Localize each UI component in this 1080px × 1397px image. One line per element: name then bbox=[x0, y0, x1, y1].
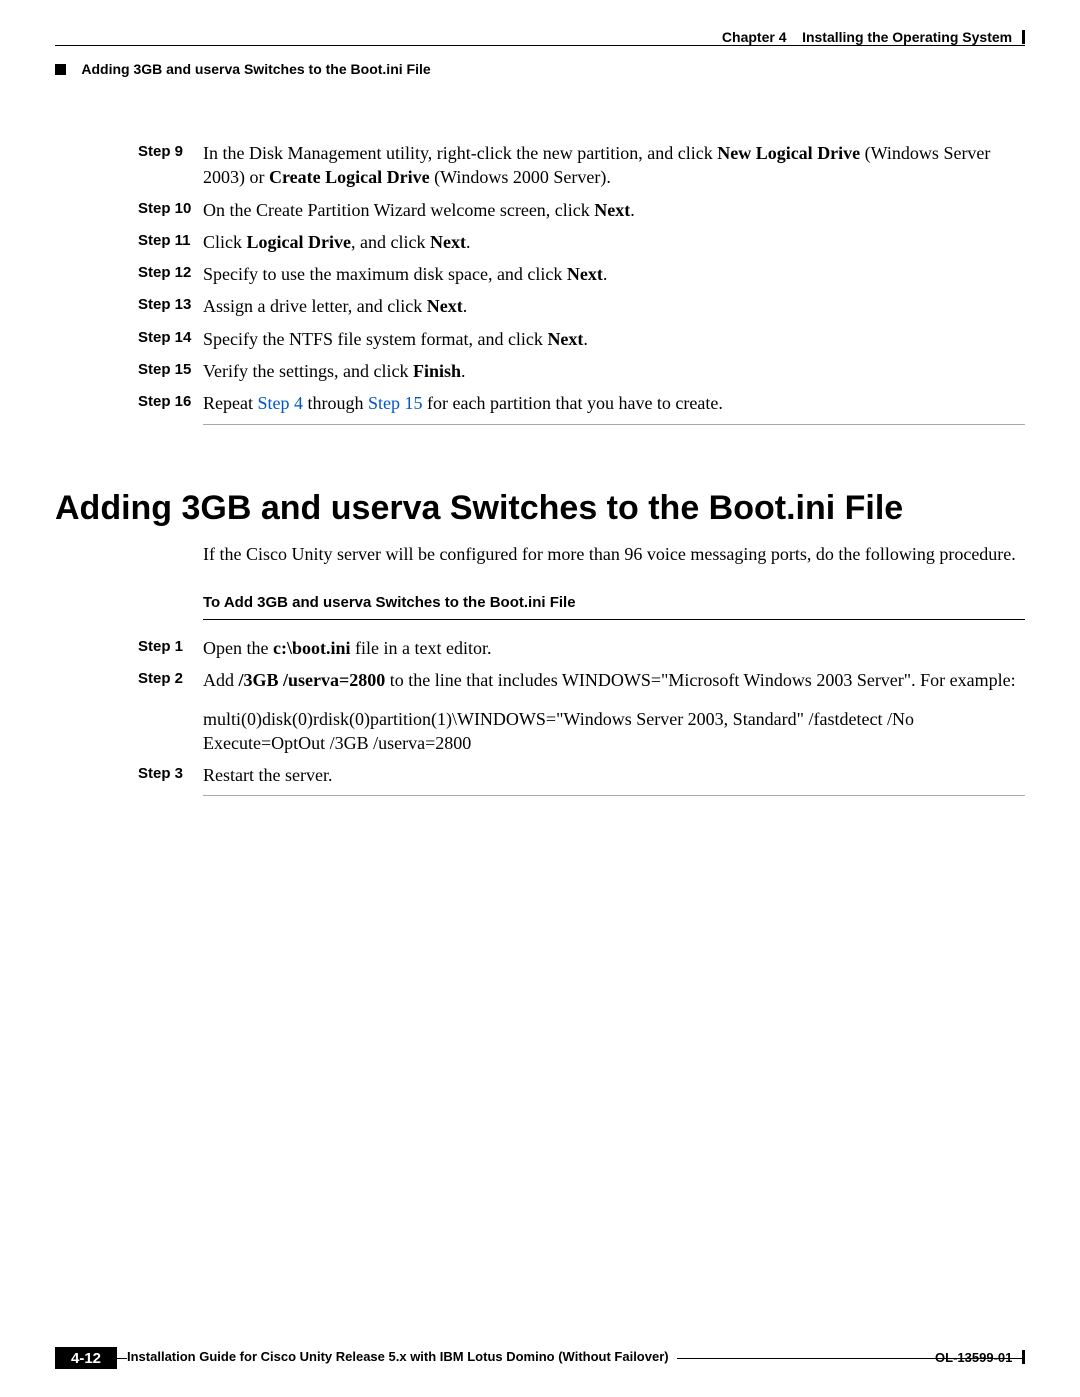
step-body: On the Create Partition Wizard welcome s… bbox=[203, 198, 1025, 222]
step-row: Step 11Click Logical Drive, and click Ne… bbox=[55, 230, 1025, 254]
step-row: Step 12Specify to use the maximum disk s… bbox=[55, 262, 1025, 286]
page-footer: 4-12 Installation Guide for Cisco Unity … bbox=[55, 1347, 1025, 1369]
step-body: Verify the settings, and click Finish. bbox=[203, 359, 1025, 383]
text: Specify to use the maximum disk space, a… bbox=[203, 264, 567, 284]
step-body: Open the c:\boot.ini file in a text edit… bbox=[203, 636, 1025, 660]
step-row: Step 15Verify the settings, and click Fi… bbox=[55, 359, 1025, 383]
step-label: Step 11 bbox=[55, 230, 203, 254]
step-example-text: multi(0)disk(0)rdisk(0)partition(1)\WIND… bbox=[203, 707, 1025, 756]
chapter-title: Installing the Operating System bbox=[802, 29, 1012, 45]
step-row: Step 9In the Disk Management utility, ri… bbox=[55, 141, 1025, 190]
intro-paragraph: If the Cisco Unity server will be config… bbox=[203, 542, 1025, 566]
step-label: Step 13 bbox=[55, 294, 203, 318]
text: Restart the server. bbox=[203, 765, 332, 785]
text: On the Create Partition Wizard welcome s… bbox=[203, 200, 594, 220]
text: . bbox=[630, 200, 635, 220]
step-body: Click Logical Drive, and click Next. bbox=[203, 230, 1025, 254]
procedure-subheading: To Add 3GB and userva Switches to the Bo… bbox=[203, 594, 1025, 611]
section-breadcrumb: Adding 3GB and userva Switches to the Bo… bbox=[55, 61, 1025, 77]
section-name: Adding 3GB and userva Switches to the Bo… bbox=[81, 61, 430, 77]
text: Add bbox=[203, 670, 239, 690]
step-body: In the Disk Management utility, right-cl… bbox=[203, 141, 1025, 190]
cross-ref-link[interactable]: Step 15 bbox=[368, 393, 423, 413]
text: Specify the NTFS file system format, and… bbox=[203, 329, 547, 349]
step-label-empty bbox=[55, 701, 203, 756]
step-body: Specify to use the maximum disk space, a… bbox=[203, 262, 1025, 286]
cross-ref-link[interactable]: Step 4 bbox=[257, 393, 303, 413]
step-label: Step 9 bbox=[55, 141, 203, 190]
step-row: Step 3Restart the server. bbox=[55, 763, 1025, 787]
page-number: 4-12 bbox=[55, 1347, 117, 1369]
bold-text: Logical Drive bbox=[247, 232, 351, 252]
step-body: Repeat Step 4 through Step 15 for each p… bbox=[203, 391, 1025, 415]
step-label: Step 1 bbox=[55, 636, 203, 660]
step-row: Step 14Specify the NTFS file system form… bbox=[55, 327, 1025, 351]
step-row: Step 13Assign a drive letter, and click … bbox=[55, 294, 1025, 318]
step-label: Step 10 bbox=[55, 198, 203, 222]
footer-doc-number: OL-13599-01 bbox=[935, 1350, 1025, 1365]
step-label: Step 15 bbox=[55, 359, 203, 383]
section-heading: Adding 3GB and userva Switches to the Bo… bbox=[55, 489, 1025, 528]
text: Click bbox=[203, 232, 247, 252]
bold-text: Create Logical Drive bbox=[269, 167, 430, 187]
steps-block-1: Step 9In the Disk Management utility, ri… bbox=[55, 141, 1025, 416]
step-row: Step 2Add /3GB /userva=2800 to the line … bbox=[55, 668, 1025, 692]
step-label: Step 2 bbox=[55, 668, 203, 692]
step-row: Step 1Open the c:\boot.ini file in a tex… bbox=[55, 636, 1025, 660]
text: Open the bbox=[203, 638, 273, 658]
bold-text: Next bbox=[594, 200, 630, 220]
step-continuation: multi(0)disk(0)rdisk(0)partition(1)\WIND… bbox=[55, 701, 1025, 756]
text: Repeat bbox=[203, 393, 257, 413]
bold-text: New Logical Drive bbox=[717, 143, 860, 163]
step-label: Step 3 bbox=[55, 763, 203, 787]
separator bbox=[203, 424, 1025, 425]
bold-text: Next bbox=[430, 232, 466, 252]
step-body: Specify the NTFS file system format, and… bbox=[203, 327, 1025, 351]
step-label: Step 14 bbox=[55, 327, 203, 351]
text: . bbox=[461, 361, 466, 381]
text: through bbox=[303, 393, 368, 413]
bold-text: c:\boot.ini bbox=[273, 638, 351, 658]
separator bbox=[203, 795, 1025, 796]
doc-number-text: OL-13599-01 bbox=[935, 1350, 1012, 1365]
step-label: Step 12 bbox=[55, 262, 203, 286]
footer-end-marker bbox=[1022, 1350, 1025, 1364]
step-row: Step 10On the Create Partition Wizard we… bbox=[55, 198, 1025, 222]
bold-text: Next bbox=[547, 329, 583, 349]
header-rule: Chapter 4 Installing the Operating Syste… bbox=[55, 35, 1025, 55]
text: to the line that includes WINDOWS="Micro… bbox=[385, 670, 1015, 690]
text: In the Disk Management utility, right-cl… bbox=[203, 143, 717, 163]
step-label: Step 16 bbox=[55, 391, 203, 415]
text: . bbox=[466, 232, 471, 252]
bold-text: Finish bbox=[413, 361, 461, 381]
text: Assign a drive letter, and click bbox=[203, 296, 427, 316]
footer-rule: 4-12 Installation Guide for Cisco Unity … bbox=[55, 1347, 1025, 1369]
header-end-marker bbox=[1022, 30, 1025, 44]
bold-text: Next bbox=[427, 296, 463, 316]
text: . bbox=[583, 329, 588, 349]
header-chapter: Chapter 4 Installing the Operating Syste… bbox=[714, 29, 1025, 45]
step-body: Assign a drive letter, and click Next. bbox=[203, 294, 1025, 318]
text: Verify the settings, and click bbox=[203, 361, 413, 381]
separator bbox=[203, 619, 1025, 620]
text: file in a text editor. bbox=[351, 638, 492, 658]
square-bullet-icon bbox=[55, 64, 66, 75]
text: . bbox=[603, 264, 608, 284]
bold-text: Next bbox=[567, 264, 603, 284]
text: (Windows 2000 Server). bbox=[430, 167, 611, 187]
footer-doc-title: Installation Guide for Cisco Unity Relea… bbox=[127, 1349, 677, 1364]
step-row: Step 16Repeat Step 4 through Step 15 for… bbox=[55, 391, 1025, 415]
bold-text: /3GB /userva=2800 bbox=[239, 670, 386, 690]
chapter-number: Chapter 4 bbox=[722, 29, 787, 45]
steps-block-2: Step 1Open the c:\boot.ini file in a tex… bbox=[55, 636, 1025, 787]
step-body: Add /3GB /userva=2800 to the line that i… bbox=[203, 668, 1025, 692]
text: . bbox=[463, 296, 468, 316]
text: , and click bbox=[351, 232, 430, 252]
step-body: Restart the server. bbox=[203, 763, 1025, 787]
text: for each partition that you have to crea… bbox=[423, 393, 723, 413]
